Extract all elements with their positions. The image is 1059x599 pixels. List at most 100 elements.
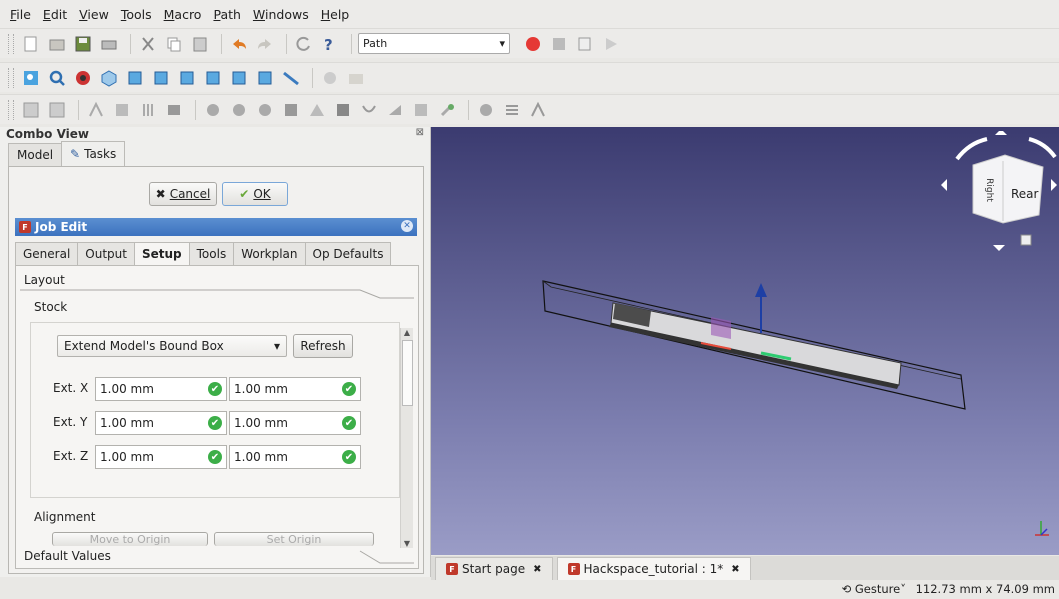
path-vcarve-icon[interactable]	[358, 99, 380, 121]
ext-z-pos-field[interactable]: 1.00 mm ✔	[229, 445, 361, 469]
stock-mode-select[interactable]: Extend Model's Bound Box ▾	[57, 335, 287, 357]
collapse-icon[interactable]: ✕	[401, 220, 413, 232]
toolbox-divider	[359, 550, 414, 564]
scroll-up-icon[interactable]: ▲	[401, 328, 413, 337]
toolbar-grip[interactable]	[8, 67, 14, 88]
ext-x-neg-field[interactable]: 1.00 mm ✔	[95, 377, 227, 401]
path-drill-icon[interactable]	[137, 99, 159, 121]
ext-z-neg-field[interactable]: 1.00 mm ✔	[95, 445, 227, 469]
menu-view[interactable]: View	[79, 7, 109, 22]
job-edit-title: Job Edit	[35, 220, 88, 234]
play-macro-icon[interactable]	[600, 33, 622, 55]
refresh-icon[interactable]	[293, 33, 315, 55]
part-icon[interactable]	[319, 67, 341, 89]
fit-selection-icon[interactable]	[46, 67, 68, 89]
ext-y-pos-field[interactable]: 1.00 mm ✔	[229, 411, 361, 435]
tab-model-label: Model	[17, 148, 54, 162]
group-icon[interactable]	[345, 67, 367, 89]
tab-output[interactable]: Output	[77, 242, 135, 266]
menu-macro[interactable]: Macro	[164, 7, 202, 22]
tab-workplan[interactable]: Workplan	[233, 242, 306, 266]
ext-y-neg-field[interactable]: 1.00 mm ✔	[95, 411, 227, 435]
scrollbar-thumb[interactable]	[402, 340, 413, 406]
3d-viewport[interactable]: Right Rear	[431, 127, 1059, 555]
path-inspect-icon[interactable]	[501, 99, 523, 121]
cut-icon[interactable]	[137, 33, 159, 55]
macro-edit-icon[interactable]	[574, 33, 596, 55]
path-job-icon[interactable]	[20, 99, 42, 121]
tab-op-defaults[interactable]: Op Defaults	[304, 242, 392, 266]
axonometric-icon[interactable]	[98, 67, 120, 89]
open-file-icon[interactable]	[46, 33, 68, 55]
refresh-button[interactable]: Refresh	[293, 334, 353, 358]
path-tool-icon[interactable]	[436, 99, 458, 121]
ok-button[interactable]: ✔ OK	[222, 182, 288, 206]
path-dressup-icon[interactable]	[410, 99, 432, 121]
path-post-icon[interactable]	[46, 99, 68, 121]
navigation-cube[interactable]: Right Rear	[939, 129, 1059, 261]
path-pocket-icon[interactable]	[111, 99, 133, 121]
close-icon[interactable]: ✖	[731, 564, 739, 575]
toolbar-grip[interactable]	[8, 99, 14, 120]
ext-x-pos-field[interactable]: 1.00 mm ✔	[229, 377, 361, 401]
redo-icon[interactable]	[254, 33, 276, 55]
view-front-icon[interactable]	[124, 67, 146, 89]
print-icon[interactable]	[98, 33, 120, 55]
path-adaptive-icon[interactable]	[228, 99, 250, 121]
close-icon[interactable]: ✖	[533, 564, 541, 575]
workbench-selector[interactable]: Path ▾	[358, 33, 510, 54]
paste-icon[interactable]	[189, 33, 211, 55]
whats-this-icon[interactable]: ?	[319, 33, 341, 55]
cancel-button[interactable]: ✖ Cancel	[149, 182, 217, 206]
save-icon[interactable]	[72, 33, 94, 55]
move-to-origin-button[interactable]: Move to Origin	[52, 532, 208, 546]
toolbar-grip[interactable]	[8, 33, 14, 54]
path-waterline-icon[interactable]	[384, 99, 406, 121]
tab-setup[interactable]: Setup	[133, 242, 190, 266]
close-icon[interactable]: ⊠	[416, 127, 424, 138]
record-macro-icon[interactable]	[522, 33, 544, 55]
menu-help[interactable]: Help	[321, 7, 350, 22]
fit-all-icon[interactable]	[20, 67, 42, 89]
vertical-scrollbar[interactable]: ▲ ▼	[400, 328, 413, 548]
new-file-icon[interactable]	[20, 33, 42, 55]
tab-start-page[interactable]: F Start page ✖	[435, 557, 553, 580]
menu-edit[interactable]: Edit	[43, 7, 67, 22]
path-contour-icon[interactable]	[202, 99, 224, 121]
tab-general[interactable]: General	[15, 242, 79, 266]
undo-icon[interactable]	[228, 33, 250, 55]
menu-path[interactable]: Path	[213, 7, 240, 22]
view-rear-icon[interactable]	[202, 67, 224, 89]
path-helix-icon[interactable]	[254, 99, 276, 121]
view-top-icon[interactable]	[150, 67, 172, 89]
path-profile-icon[interactable]	[85, 99, 107, 121]
navcube-face-right: Right	[983, 178, 994, 202]
tab-tasks[interactable]: ✎ Tasks	[61, 141, 126, 166]
path-simulator-icon[interactable]	[475, 99, 497, 121]
copy-icon[interactable]	[163, 33, 185, 55]
tab-hackspace-tutorial[interactable]: F Hackspace_tutorial : 1* ✖	[556, 557, 751, 580]
path-slot-icon[interactable]	[332, 99, 354, 121]
path-stock-icon[interactable]	[527, 99, 549, 121]
stop-macro-icon[interactable]	[548, 33, 570, 55]
tab-model[interactable]: Model	[8, 143, 63, 166]
menu-tools[interactable]: Tools	[121, 7, 152, 22]
ext-x-pos-value: 1.00 mm	[234, 382, 288, 396]
measure-distance-icon[interactable]	[280, 67, 302, 89]
path-toolbar	[0, 94, 1059, 124]
job-edit-header[interactable]: F Job Edit ✕	[15, 218, 417, 236]
path-engrave-icon[interactable]	[280, 99, 302, 121]
menu-file[interactable]: File	[10, 7, 31, 22]
draw-style-icon[interactable]	[72, 67, 94, 89]
menu-windows[interactable]: Windows	[253, 7, 309, 22]
view-bottom-icon[interactable]	[228, 67, 250, 89]
tab-tools[interactable]: Tools	[188, 242, 235, 266]
view-right-icon[interactable]	[176, 67, 198, 89]
navigation-style-selector[interactable]: Gesture	[855, 582, 900, 596]
view-left-icon[interactable]	[254, 67, 276, 89]
tab-tasks-label: Tasks	[84, 147, 117, 161]
path-deburr-icon[interactable]	[306, 99, 328, 121]
layout-section-header[interactable]: Layout	[24, 270, 408, 290]
path-face-icon[interactable]	[163, 99, 185, 121]
set-origin-button[interactable]: Set Origin	[214, 532, 374, 546]
